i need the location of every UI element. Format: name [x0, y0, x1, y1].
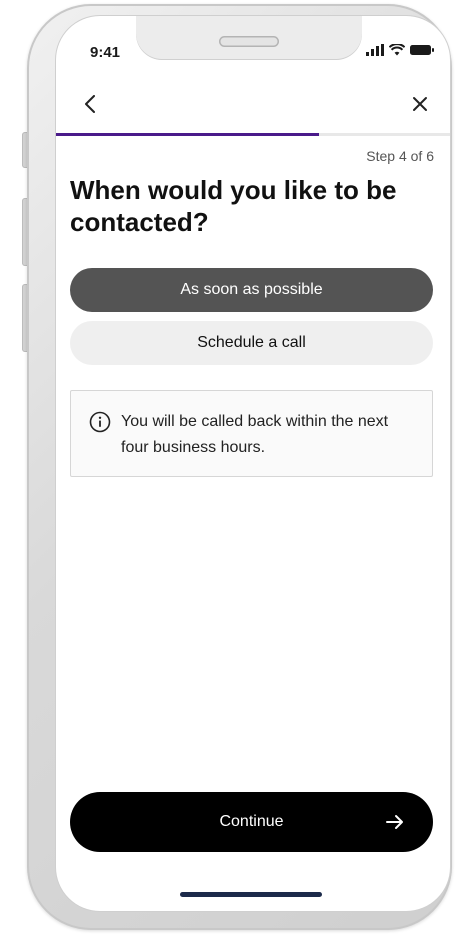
battery-icon: [410, 45, 434, 55]
status-icons: [366, 44, 434, 56]
chevron-left-icon: [85, 95, 95, 113]
step-indicator: Step 4 of 6: [366, 148, 434, 164]
progress-bar: [56, 133, 450, 136]
signal-icon: [366, 44, 384, 56]
progress-bar-fill: [56, 133, 319, 136]
arrow-right-icon: [386, 815, 403, 829]
home-indicator: [180, 892, 322, 897]
option-label: Schedule a call: [197, 334, 306, 351]
continue-button[interactable]: Continue: [70, 792, 433, 852]
back-button[interactable]: [76, 90, 104, 118]
notch: [136, 16, 362, 60]
option-label: As soon as possible: [180, 281, 323, 298]
device-mockup: 9:41 Step 4 of 6 When would you like to …: [0, 0, 460, 937]
phone-screen: 9:41 Step 4 of 6 When would you like to …: [56, 16, 450, 911]
close-icon: [413, 97, 427, 111]
continue-label: Continue: [219, 813, 284, 830]
status-time: 9:41: [90, 44, 121, 61]
info-text: You will be called back within the next …: [121, 413, 389, 456]
wifi-icon: [389, 44, 405, 56]
option-as-soon-as-possible[interactable]: As soon as possible: [70, 268, 433, 312]
info-message: You will be called back within the next …: [70, 390, 433, 477]
page-title: When would you like to be contacted?: [70, 175, 397, 237]
option-schedule-a-call[interactable]: Schedule a call: [70, 321, 433, 365]
speaker-grille: [219, 36, 279, 47]
info-icon: [89, 411, 111, 433]
close-button[interactable]: [406, 90, 434, 118]
